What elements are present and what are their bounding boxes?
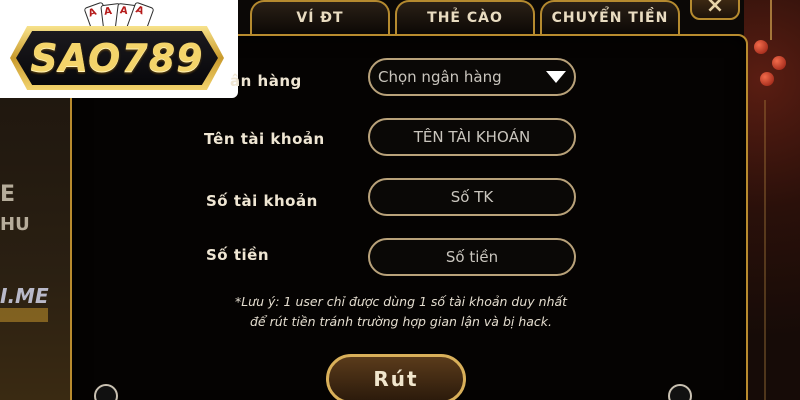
tab-the-cao[interactable]: THẺ CÀO <box>395 0 535 34</box>
amount-input[interactable] <box>370 240 574 274</box>
background-right <box>744 0 800 400</box>
logo-area: A A A A SAO789 <box>0 0 238 98</box>
amount-field[interactable] <box>368 238 576 276</box>
logo: SAO789 <box>30 36 204 80</box>
decoration-ball <box>754 40 768 54</box>
account-name-input[interactable] <box>370 120 574 154</box>
warning-note-line: để rút tiền tránh trường hợp gian lận và… <box>249 314 552 329</box>
bg-fragment-e: E <box>0 182 16 207</box>
account-name-label: Tên tài khoản <box>204 130 325 148</box>
account-number-input[interactable] <box>370 180 574 214</box>
close-button[interactable]: × <box>690 0 740 20</box>
account-number-label: Số tài khoản <box>206 192 318 210</box>
warning-note-line: *Lưu ý: 1 user chỉ được dùng 1 số tài kh… <box>234 294 568 309</box>
withdraw-button[interactable]: Rút <box>326 354 466 400</box>
tab-chuyen-tien[interactable]: CHUYỂN TIỀN <box>540 0 680 34</box>
bank-select[interactable]: Chọn ngân hàng <box>368 58 576 96</box>
decoration-rope <box>764 100 766 400</box>
decoration-ball <box>760 72 774 86</box>
bank-select-value: Chọn ngân hàng <box>378 68 502 86</box>
warning-note: *Lưu ý: 1 user chỉ được dùng 1 số tài kh… <box>196 292 606 332</box>
amount-label: Số tiền <box>206 246 269 264</box>
tab-vi-dt[interactable]: VÍ ĐT <box>250 0 390 34</box>
account-name-field[interactable] <box>368 118 576 156</box>
decoration-ball <box>772 56 786 70</box>
chevron-down-icon <box>546 71 566 83</box>
bank-label: ân hàng <box>230 72 302 90</box>
decoration-rope <box>770 0 772 40</box>
bg-fragment-me: I.ME <box>0 284 49 308</box>
bg-fragment-hu: HU <box>0 214 30 235</box>
account-number-field[interactable] <box>368 178 576 216</box>
bg-fragment-bar <box>0 308 48 322</box>
